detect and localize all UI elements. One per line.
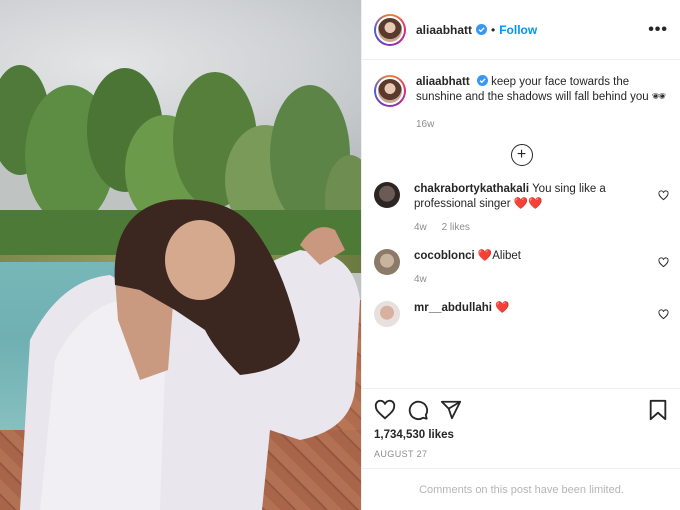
comment-meta: 4w [414,272,610,287]
comment-item: chakrabortykathakali You sing like a pro… [362,182,680,235]
caption-time[interactable]: 16w [416,117,669,132]
comment-like-icon[interactable] [658,190,669,201]
share-icon[interactable] [440,399,462,421]
comment-avatar[interactable] [374,182,400,208]
author-avatar[interactable] [374,13,406,46]
comments-section[interactable]: aliaabhatt keep your face towards the su… [362,61,680,386]
load-more-comments[interactable]: + [362,144,680,166]
comment-body: chakrabortykathakali You sing like a pro… [414,182,610,235]
follow-button[interactable]: Follow [499,23,537,37]
photo-person [20,199,360,510]
action-icons [374,399,669,421]
comment-time[interactable]: 4w [414,274,427,285]
comment-avatar[interactable] [374,249,400,275]
post-date[interactable]: AUGUST 27 [374,449,669,459]
likes-count[interactable]: 1,734,530 likes [374,429,669,441]
more-options-icon[interactable]: ••• [648,21,668,39]
comment-item: cocoblonci ❤️Alibet 4w [362,249,680,287]
instagram-post: aliaabhatt • Follow ••• aliaabhatt keep … [0,0,680,510]
heart-icon[interactable] [374,399,396,421]
comment-text: ❤️ [495,302,510,314]
header-separator: • [491,22,496,37]
comment-body: mr__abdullahi ❤️ [414,301,610,327]
comment-username[interactable]: cocoblonci [414,250,475,262]
comment-username[interactable]: mr__abdullahi [414,302,492,314]
post-sidebar: aliaabhatt • Follow ••• aliaabhatt keep … [361,0,680,510]
bookmark-icon[interactable] [647,399,669,421]
post-photo[interactable] [0,0,361,510]
comment-like-icon[interactable] [658,309,669,320]
comment-meta: 4w 2 likes [414,220,610,235]
comment-icon[interactable] [407,399,429,421]
comment-likes[interactable]: 2 likes [442,222,470,233]
comment-text: ❤️Alibet [477,250,521,262]
comment-item: mr__abdullahi ❤️ [362,301,680,327]
comment-body: cocoblonci ❤️Alibet 4w [414,249,610,287]
verified-badge-icon [476,75,488,86]
post-actions: 1,734,530 likes AUGUST 27 [362,388,680,459]
comment-time[interactable]: 4w [414,222,427,233]
comments-limited-notice: Comments on this post have been limited. [362,468,680,510]
caption-body: aliaabhatt keep your face towards the su… [416,75,669,132]
comment-like-icon[interactable] [658,257,669,268]
verified-badge-icon [476,24,488,35]
comment-avatar[interactable] [374,301,400,327]
author-username[interactable]: aliaabhatt [416,23,472,37]
post-header: aliaabhatt • Follow ••• [362,0,680,60]
load-more-icon[interactable]: + [510,144,533,166]
caption: aliaabhatt keep your face towards the su… [362,61,680,132]
caption-avatar[interactable] [374,75,406,107]
comment-username[interactable]: chakrabortykathakali [414,183,529,195]
caption-username[interactable]: aliaabhatt [416,76,470,88]
